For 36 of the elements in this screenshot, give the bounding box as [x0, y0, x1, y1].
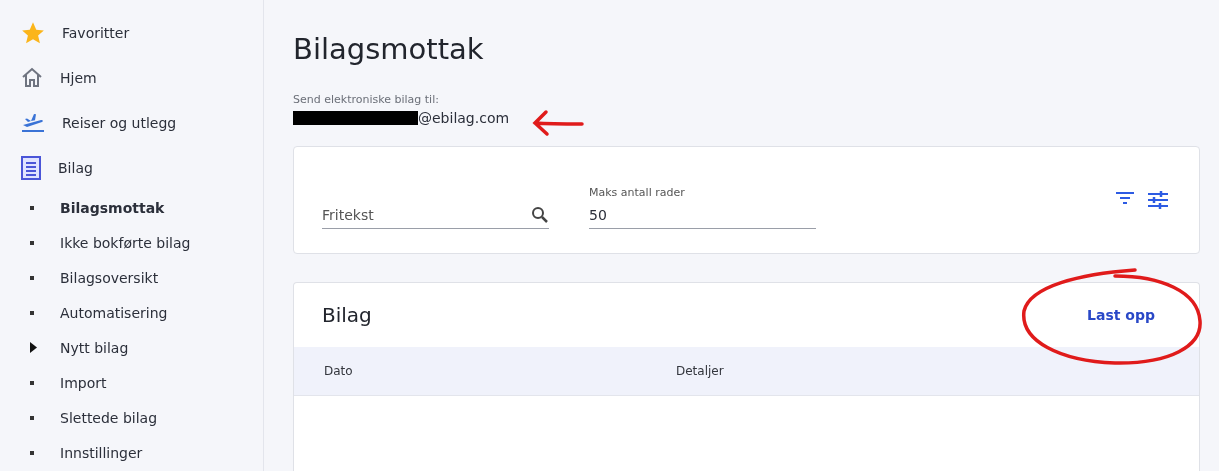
upload-button[interactable]: Last opp: [1071, 301, 1171, 329]
column-header: Detaljer: [676, 364, 725, 378]
sidebar-subitem[interactable]: Bilagsmottak: [60, 199, 165, 216]
bullet-icon: [30, 450, 34, 455]
bullet-icon: [30, 310, 34, 315]
search-icon: [531, 206, 549, 224]
sidebar-subitem[interactable]: Nytt bilag: [60, 339, 129, 356]
annotation-arrow: [532, 108, 584, 138]
sidebar-subitem[interactable]: Slettede bilag: [60, 409, 158, 426]
sidebar-subitem[interactable]: Bilagsoversikt: [60, 269, 159, 286]
column-header: Dato: [324, 364, 354, 378]
sidebar-item[interactable]: Reiser og utlegg: [62, 114, 177, 131]
search-field[interactable]: Fritekst: [322, 201, 549, 229]
document-list-icon: [20, 155, 42, 180]
caret-icon: [30, 342, 37, 353]
filter-icon[interactable]: [1115, 190, 1135, 206]
sidebar-item[interactable]: Hjem: [60, 69, 97, 86]
bullet-icon: [30, 205, 34, 210]
sidebar-subitem[interactable]: Automatisering: [60, 304, 168, 321]
email-label: Send elektroniske bilag til:: [293, 93, 440, 106]
sidebar-item[interactable]: Favoritter: [62, 24, 130, 41]
max-rows-field[interactable]: 50: [589, 201, 816, 229]
page-title: Bilagsmottak: [293, 32, 485, 66]
sidebar-subitem[interactable]: Import: [60, 374, 107, 391]
bullet-icon: [30, 275, 34, 280]
field-label: Maks antall rader: [589, 186, 686, 199]
email-address: @ebilag.com: [418, 110, 510, 126]
sidebar-subitem[interactable]: Innstillinger: [60, 444, 143, 461]
card-title: Bilag: [322, 303, 372, 327]
bullet-icon: [30, 240, 34, 245]
settings-sliders-icon[interactable]: [1147, 190, 1169, 210]
bullet-icon: [30, 415, 34, 420]
sidebar-item[interactable]: Bilag: [58, 159, 93, 176]
sidebar-subitem[interactable]: Ikke bokførte bilag: [60, 234, 191, 251]
home-icon: [20, 65, 44, 90]
bullet-icon: [30, 380, 34, 385]
